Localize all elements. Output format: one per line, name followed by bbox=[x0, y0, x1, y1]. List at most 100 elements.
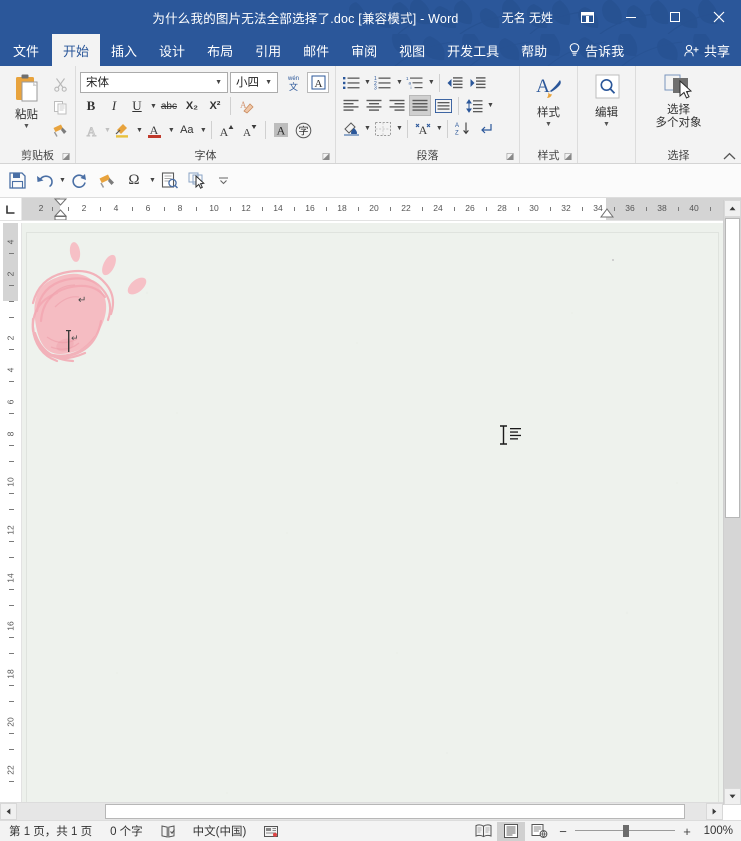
tab-design[interactable]: 设计 bbox=[148, 34, 196, 66]
read-mode-view-button[interactable] bbox=[469, 822, 497, 841]
zoom-level-label[interactable]: 100% bbox=[699, 825, 733, 837]
tab-insert[interactable]: 插入 bbox=[100, 34, 148, 66]
align-right-button[interactable] bbox=[386, 95, 408, 116]
underline-dropdown-caret[interactable]: ▼ bbox=[150, 103, 157, 110]
font-name-combobox[interactable]: 宋体 ▼ bbox=[80, 72, 228, 93]
indent-marker-icon[interactable] bbox=[53, 198, 68, 221]
distribute-text-button[interactable] bbox=[432, 95, 454, 116]
chevron-down-icon[interactable]: ▼ bbox=[262, 79, 275, 86]
superscript-button[interactable]: X² bbox=[204, 96, 226, 117]
styles-button[interactable]: A 样式 ▼ bbox=[524, 71, 573, 128]
horizontal-ruler[interactable]: 2 2 4 6 8 10 12 14 16 18 bbox=[0, 198, 741, 221]
chevron-down-icon[interactable]: ▼ bbox=[212, 79, 225, 86]
print-preview-button[interactable] bbox=[157, 168, 183, 194]
sort-button[interactable]: A Z bbox=[452, 118, 474, 139]
proofing-status[interactable] bbox=[152, 825, 184, 838]
web-layout-view-button[interactable] bbox=[525, 822, 553, 841]
horizontal-scrollbar[interactable] bbox=[0, 802, 723, 820]
text-effects-button[interactable]: A bbox=[80, 120, 102, 141]
document-page[interactable]: ↵ ↵ bbox=[27, 233, 718, 805]
customize-toolbar-button[interactable] bbox=[211, 168, 237, 194]
change-case-button[interactable]: Aa bbox=[176, 120, 198, 141]
undo-button[interactable] bbox=[31, 168, 57, 194]
language-status[interactable]: 中文(中国) bbox=[184, 823, 256, 839]
bullets-caret[interactable]: ▼ bbox=[364, 79, 371, 86]
scroll-right-button[interactable] bbox=[706, 803, 723, 820]
zoom-out-button[interactable]: − bbox=[557, 824, 569, 839]
collapse-ribbon-button[interactable] bbox=[723, 152, 736, 161]
scroll-up-button[interactable] bbox=[724, 200, 741, 217]
tab-review[interactable]: 审阅 bbox=[340, 34, 388, 66]
paste-dropdown-caret[interactable]: ▼ bbox=[23, 123, 30, 130]
zoom-slider-thumb[interactable] bbox=[623, 825, 629, 837]
record-macro-button[interactable] bbox=[255, 825, 287, 838]
shading-button[interactable] bbox=[340, 118, 362, 139]
symbol-button[interactable]: Ω bbox=[121, 168, 147, 194]
styles-dropdown-caret[interactable]: ▼ bbox=[545, 121, 552, 128]
align-center-button[interactable] bbox=[363, 95, 385, 116]
tab-file[interactable]: 文件 bbox=[0, 34, 52, 66]
shading-caret[interactable]: ▼ bbox=[364, 125, 371, 132]
pink-scribble-drawing[interactable] bbox=[27, 241, 157, 381]
change-case-caret[interactable]: ▼ bbox=[200, 127, 207, 134]
copy-button[interactable] bbox=[49, 96, 71, 118]
right-indent-marker-icon[interactable] bbox=[600, 208, 614, 221]
character-shading-button[interactable]: A bbox=[270, 120, 292, 141]
cut-button[interactable] bbox=[49, 73, 71, 95]
italic-button[interactable]: I bbox=[103, 96, 125, 117]
asian-layout-caret[interactable]: ▼ bbox=[436, 125, 443, 132]
tab-help[interactable]: 帮助 bbox=[510, 34, 558, 66]
numbering-caret[interactable]: ▼ bbox=[396, 79, 403, 86]
highlight-caret[interactable]: ▼ bbox=[136, 127, 143, 134]
font-color-button[interactable]: A bbox=[144, 120, 166, 141]
multilevel-list-button[interactable]: 1 a i bbox=[404, 72, 426, 93]
format-painter-button[interactable] bbox=[49, 119, 71, 141]
page-info[interactable]: 第 1 页，共 1 页 bbox=[0, 823, 101, 839]
maximize-button[interactable] bbox=[653, 0, 697, 34]
tab-view[interactable]: 视图 bbox=[388, 34, 436, 66]
bullets-button[interactable] bbox=[340, 72, 362, 93]
strikethrough-button[interactable]: abc bbox=[158, 96, 180, 117]
underline-button[interactable]: U bbox=[126, 96, 148, 117]
shrink-font-button[interactable]: A bbox=[239, 120, 261, 141]
close-button[interactable] bbox=[697, 0, 741, 34]
horizontal-scroll-thumb[interactable] bbox=[105, 804, 685, 819]
paste-button[interactable]: 粘贴 ▼ bbox=[4, 71, 49, 130]
borders-caret[interactable]: ▼ bbox=[396, 125, 403, 132]
redo-button[interactable] bbox=[67, 168, 93, 194]
align-left-button[interactable] bbox=[340, 95, 362, 116]
asian-layout-button[interactable]: A bbox=[412, 118, 434, 139]
select-multiple-objects-button[interactable]: 选择 多个对象 bbox=[640, 71, 717, 130]
font-size-combobox[interactable]: 小四 ▼ bbox=[230, 72, 278, 93]
character-border-button[interactable]: A bbox=[307, 72, 329, 93]
line-spacing-button[interactable] bbox=[463, 95, 485, 116]
ribbon-display-options-button[interactable] bbox=[565, 0, 609, 34]
styles-dialog-launcher[interactable]: ◪ bbox=[563, 151, 573, 161]
bold-button[interactable]: B bbox=[80, 96, 102, 117]
tab-references[interactable]: 引用 bbox=[244, 34, 292, 66]
save-button[interactable] bbox=[4, 168, 30, 194]
share-button[interactable]: 共享 bbox=[673, 34, 741, 66]
line-spacing-caret[interactable]: ▼ bbox=[487, 102, 494, 109]
show-formatting-marks-button[interactable] bbox=[475, 118, 497, 139]
select-objects-button[interactable] bbox=[184, 168, 210, 194]
account-name[interactable]: 无名 无姓 bbox=[490, 9, 565, 26]
tab-layout[interactable]: 布局 bbox=[196, 34, 244, 66]
minimize-button[interactable] bbox=[609, 0, 653, 34]
tab-mailings[interactable]: 邮件 bbox=[292, 34, 340, 66]
format-painter-button[interactable] bbox=[94, 168, 120, 194]
symbol-dropdown-caret[interactable]: ▼ bbox=[149, 177, 156, 184]
editing-dropdown-caret[interactable]: ▼ bbox=[603, 121, 610, 128]
vertical-scrollbar[interactable] bbox=[723, 200, 741, 805]
tab-home[interactable]: 开始 bbox=[52, 34, 100, 66]
document-area[interactable]: ↵ ↵ bbox=[22, 223, 723, 805]
multilevel-caret[interactable]: ▼ bbox=[428, 79, 435, 86]
vertical-scroll-thumb[interactable] bbox=[725, 218, 740, 518]
enclose-characters-button[interactable]: 字 bbox=[293, 120, 315, 141]
font-dialog-launcher[interactable]: ◪ bbox=[321, 151, 331, 161]
editing-button[interactable]: 编辑 ▼ bbox=[582, 71, 631, 128]
paragraph-dialog-launcher[interactable]: ◪ bbox=[505, 151, 515, 161]
undo-dropdown-caret[interactable]: ▼ bbox=[59, 177, 66, 184]
vertical-ruler[interactable]: 4 2 2 4 6 8 10 12 14 16 18 20 22 bbox=[0, 223, 22, 805]
scroll-left-button[interactable] bbox=[0, 803, 17, 820]
